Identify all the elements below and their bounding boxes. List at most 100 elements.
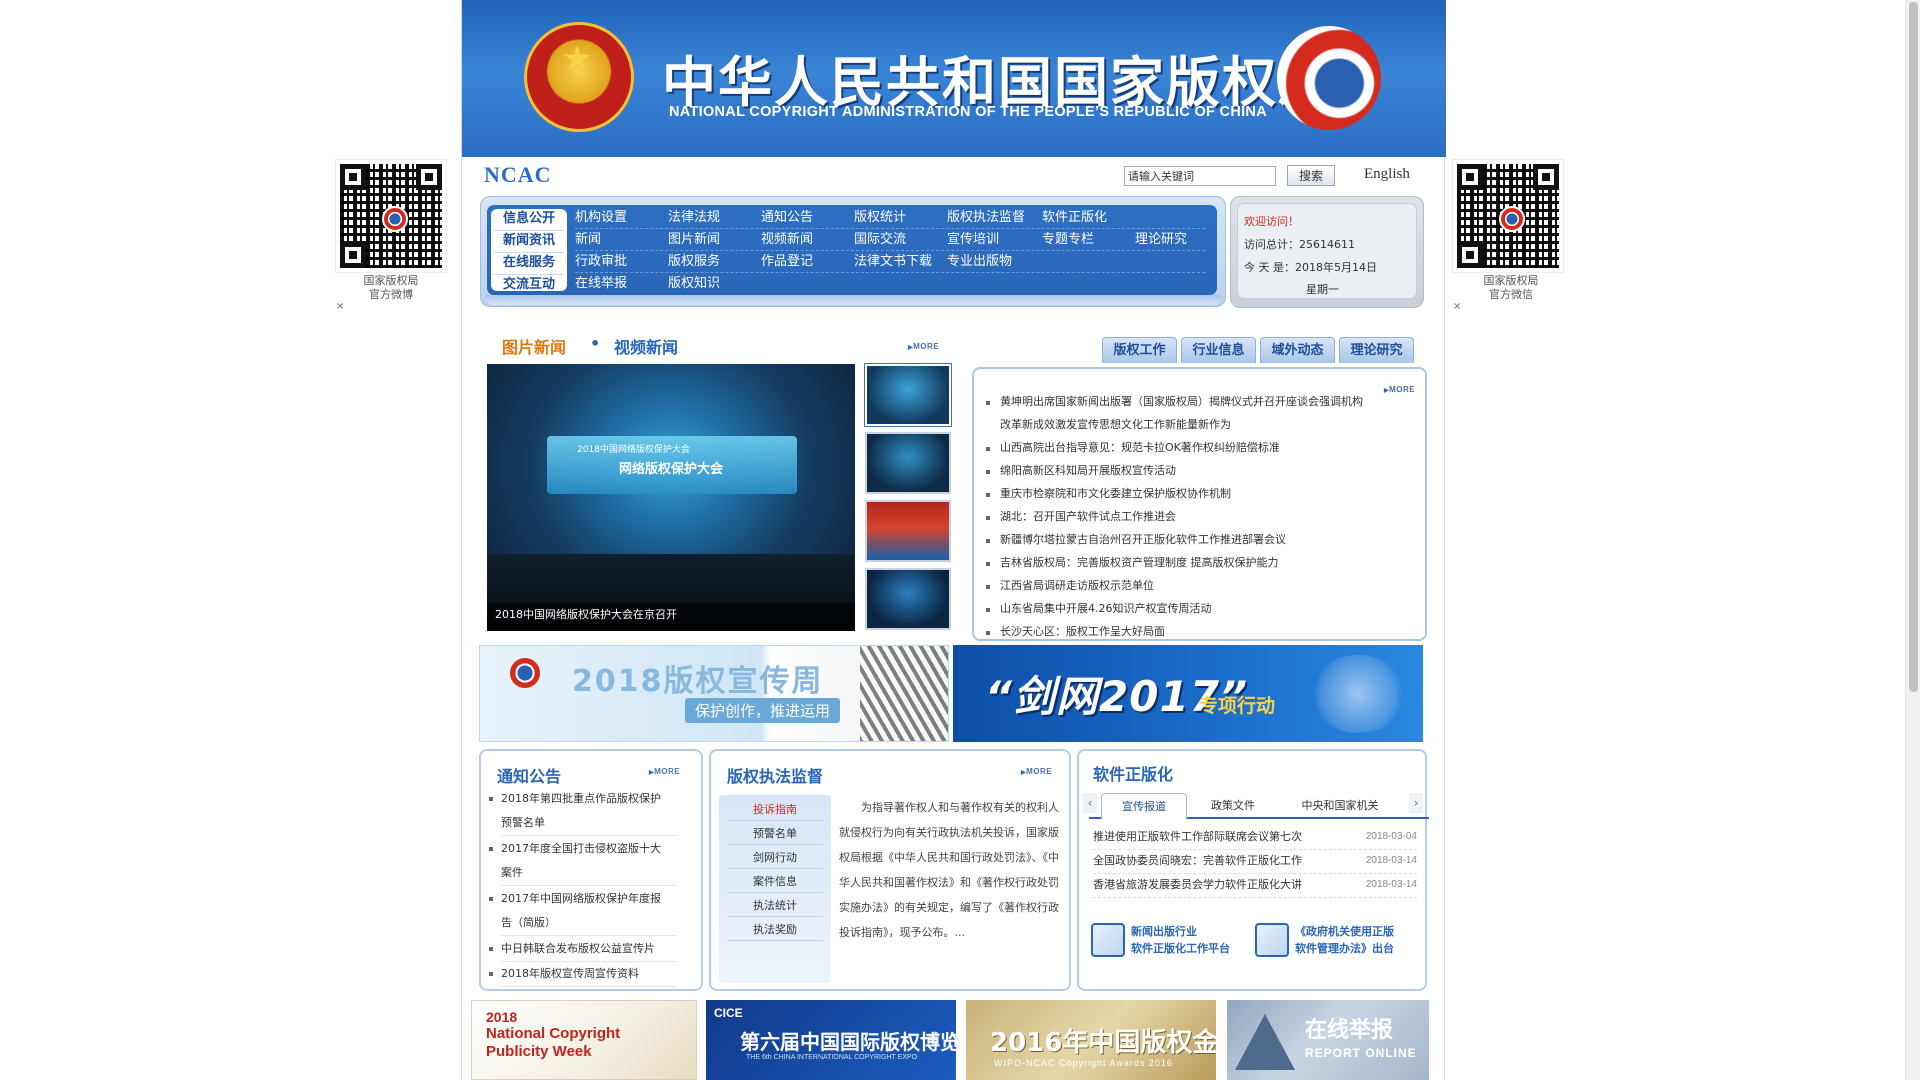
software-platform-link[interactable]: 新闻出版行业 软件正版化工作平台	[1091, 921, 1251, 961]
nav-link[interactable]: 专业出版物	[947, 251, 1012, 273]
tab-image-news[interactable]: 图片新闻	[502, 334, 566, 358]
nav-link[interactable]: 图片新闻	[668, 229, 720, 251]
copyright-week-banner[interactable]: 2018版权宣传周 保护创作，推进运用	[479, 645, 949, 742]
list-item[interactable]: 绵阳高新区科知局开展版权宣传活动	[986, 460, 1176, 482]
tab-overseas[interactable]: 域外动态	[1260, 337, 1335, 363]
tab-central-agencies[interactable]: 中央和国家机关	[1285, 793, 1395, 819]
search-button[interactable]: 搜索	[1287, 165, 1335, 186]
nav-link[interactable]: 视频新闻	[761, 229, 813, 251]
list-item[interactable]: 2018年第四批重点作品版权保护	[489, 787, 676, 811]
notice-more-link[interactable]: MORE	[649, 767, 680, 776]
law-description: 为指导著作权人和与著作权有关的权利人就侵权行为向有关行政执法机关投诉，国家版权局…	[839, 801, 1059, 939]
list-item[interactable]: 告（简版）	[501, 911, 676, 936]
promo2-subtitle: 专项行动	[1199, 695, 1276, 717]
law-menu-item[interactable]: 案件信息	[727, 871, 823, 893]
photo-stage-title: 网络版权保护大会	[619, 462, 724, 477]
news-thumbnail[interactable]	[865, 568, 951, 630]
image-news-more-link[interactable]: MORE	[908, 342, 939, 351]
list-item[interactable]: 重庆市检察院和市文化委建立保护版权协作机制	[986, 483, 1231, 505]
nav-link[interactable]: 机构设置	[575, 207, 627, 229]
jianwang-banner[interactable]: “剑网2017” 专项行动	[953, 645, 1423, 742]
list-item[interactable]: 2017年度全国打击侵权盗版十大	[489, 837, 676, 861]
law-menu-item[interactable]: 执法统计	[727, 895, 823, 917]
nav-category[interactable]: 交流互动	[494, 275, 564, 297]
scrollbar-thumb[interactable]	[1909, 2, 1918, 692]
nav-link[interactable]: 国际交流	[854, 229, 906, 251]
copyright-expo-ad[interactable]: CICE 第六届中国国际版权博览会 THE 6th CHINA INTERNAT…	[706, 1000, 956, 1080]
tab-video-news[interactable]: 视频新闻	[614, 334, 678, 358]
today-date: 今 天 是：2018年5月14日	[1244, 261, 1377, 274]
english-link[interactable]: English	[1364, 166, 1410, 183]
nav-link[interactable]: 版权知识	[668, 273, 720, 295]
list-item[interactable]: 新疆博尔塔拉蒙古自治州召开正版化软件工作推进部署会议	[986, 529, 1286, 551]
nav-link[interactable]: 理论研究	[1135, 229, 1187, 251]
document-edit-icon	[1091, 923, 1125, 957]
list-item[interactable]: 2017年中国网络版权保护年度报	[489, 887, 676, 911]
main-photo-caption[interactable]: 2018中国网络版权保护大会在京召开	[487, 603, 855, 631]
close-icon[interactable]: ×	[336, 301, 344, 312]
law-enforcement-panel: 版权执法监督 MORE 投诉指南 预警名单 剑网行动 案件信息 执法统计 执法奖…	[709, 749, 1071, 991]
nav-link[interactable]: 版权统计	[854, 207, 906, 229]
ncac-logo-icon	[510, 658, 540, 688]
table-row[interactable]: 全国政协委员阎晓宏：完善软件正版化工作 2018-03-14	[1093, 849, 1417, 874]
law-menu-item[interactable]: 执法奖励	[727, 919, 823, 941]
nav-link[interactable]: 行政审批	[575, 251, 627, 273]
tab-copyright-work[interactable]: 版权工作	[1102, 337, 1177, 363]
nav-link[interactable]: 在线举报	[575, 273, 627, 295]
nav-link[interactable]: 作品登记	[761, 251, 813, 273]
news-thumbnail[interactable]	[865, 500, 951, 562]
nav-category[interactable]: 新闻资讯	[494, 231, 564, 253]
tab-industry-info[interactable]: 行业信息	[1181, 337, 1256, 363]
copyright-week-ad[interactable]: 2018 National Copyright Publicity Week	[471, 1000, 697, 1080]
law-menu-item[interactable]: 预警名单	[727, 823, 823, 845]
list-item[interactable]: 黄坤明出席国家新闻出版署（国家版权局）揭牌仪式并召开座谈会强调机构	[986, 391, 1363, 413]
nav-link[interactable]: 新闻	[575, 229, 601, 251]
welcome-title: 欢迎访问！	[1244, 215, 1299, 228]
nav-link[interactable]: 版权执法监督	[947, 207, 1025, 229]
nav-row: 机构设置 法律法规 通知公告 版权统计 版权执法监督 软件正版化	[575, 207, 1205, 229]
copyright-awards-ad[interactable]: 2016年中国版权金奖 WIPO-NCAC Copyright Awards 2…	[966, 1000, 1216, 1080]
close-icon[interactable]: ×	[1453, 301, 1461, 312]
news-thumbnail[interactable]	[865, 432, 951, 494]
page-container: ★ 中华人民共和国国家版权局 NATIONAL COPYRIGHT ADMINI…	[461, 0, 1446, 1080]
list-item[interactable]: 湖北：召开国产软件试点工作推进会	[986, 506, 1176, 528]
nav-link[interactable]: 法律文书下载	[854, 251, 932, 273]
tab-policy[interactable]: 政策文件	[1193, 793, 1273, 819]
list-item[interactable]: 江西省局调研走访版权示范单位	[986, 575, 1154, 597]
list-item[interactable]: 2018年版权宣传周宣传资料	[489, 962, 676, 987]
tab-theory[interactable]: 理论研究	[1339, 337, 1414, 363]
main-news-photo[interactable]: 2018中国网络版权保护大会 网络版权保护大会 2018中国网络版权保护大会在京…	[487, 364, 855, 631]
search-input[interactable]	[1124, 166, 1276, 186]
nav-link[interactable]: 通知公告	[761, 207, 813, 229]
list-item[interactable]: 中日韩联合发布版权公益宣传片	[489, 937, 676, 962]
software-regulation-link[interactable]: 《政府机关使用正版 软件管理办法》出台	[1255, 921, 1421, 961]
ad3-title: 2016年中国版权金奖	[990, 1028, 1216, 1058]
qr-right-caption: 国家版权局 官方微信	[1483, 274, 1539, 301]
news-more-link[interactable]: MORE	[1384, 385, 1415, 394]
nav-link[interactable]: 软件正版化	[1042, 207, 1107, 229]
report-online-ad[interactable]: 在线举报 REPORT ONLINE	[1227, 1000, 1429, 1080]
nav-row: 新闻 图片新闻 视频新闻 国际交流 宣传培训 专题专栏 理论研究	[575, 229, 1205, 251]
nav-link[interactable]: 法律法规	[668, 207, 720, 229]
nav-row: 行政审批 版权服务 作品登记 法律文书下载 专业出版物	[575, 251, 1205, 273]
list-item[interactable]: 吉林省版权局：完善版权资产管理制度 提高版权保护能力	[986, 552, 1279, 574]
nav-category[interactable]: 在线服务	[494, 253, 564, 275]
nav-category[interactable]: 信息公开	[494, 209, 564, 231]
list-item[interactable]: 山西高院出台指导意见：规范卡拉OK著作权纠纷赔偿标准	[986, 437, 1280, 459]
list-item[interactable]: 山东省局集中开展4.26知识产权宣传周活动	[986, 598, 1212, 620]
list-item[interactable]: 长沙天心区：版权工作呈大好局面	[986, 621, 1165, 643]
law-more-link[interactable]: MORE	[1021, 767, 1052, 776]
table-row[interactable]: 香港省旅游发展委员会学力软件正版化大讲 2018-03-14	[1093, 873, 1417, 898]
tab-publicity[interactable]: 宣传报道	[1101, 793, 1187, 819]
nav-link[interactable]: 专题专栏	[1042, 229, 1094, 251]
table-row[interactable]: 推进使用正版软件工作部际联席会议第七次 2018-03-04	[1093, 825, 1417, 850]
law-menu-item[interactable]: 投诉指南	[727, 799, 823, 821]
law-menu-item[interactable]: 剑网行动	[727, 847, 823, 869]
list-item[interactable]: 改革新成效激发宣传思想文化工作新能量新作为	[1000, 414, 1231, 436]
news-thumbnail[interactable]	[864, 363, 952, 427]
list-item[interactable]: 案件	[501, 861, 676, 886]
page-scrollbar[interactable]	[1905, 0, 1920, 1080]
nav-link[interactable]: 宣传培训	[947, 229, 999, 251]
list-item[interactable]: 预警名单	[501, 811, 676, 836]
nav-link[interactable]: 版权服务	[668, 251, 720, 273]
